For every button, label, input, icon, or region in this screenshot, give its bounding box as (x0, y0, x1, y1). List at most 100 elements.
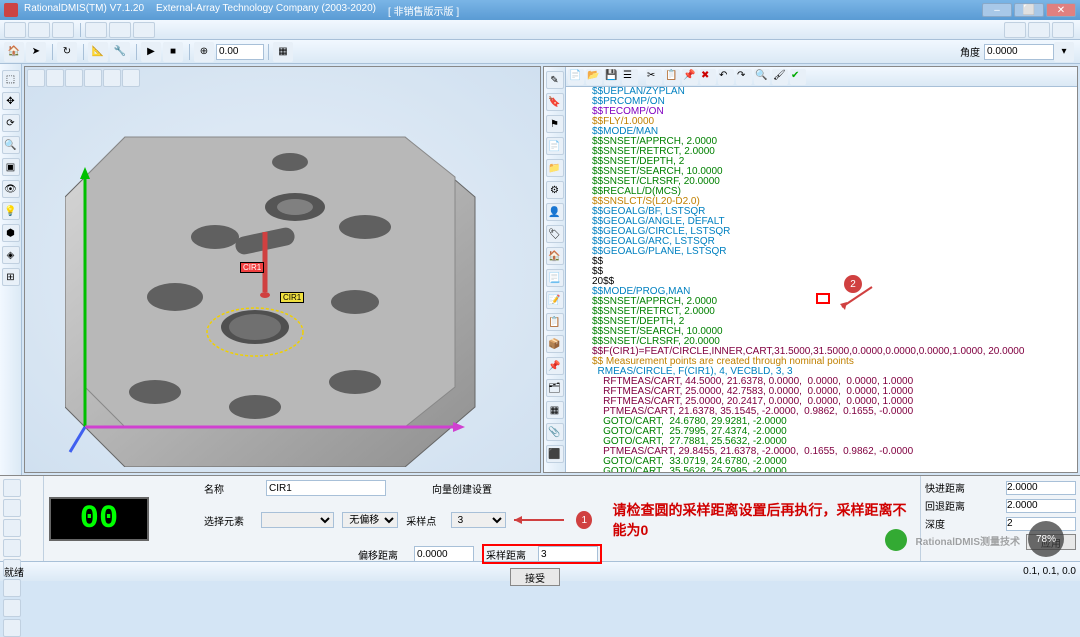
select-elem-dropdown[interactable] (261, 512, 334, 528)
code-tool-clip-icon[interactable]: 📎 (546, 423, 564, 441)
vp-tool-5[interactable] (103, 69, 121, 87)
tool-icon-1[interactable]: 📐 (88, 42, 108, 62)
grid-icon[interactable]: ▦ (273, 42, 293, 62)
window-close-button[interactable]: ✕ (1046, 3, 1076, 17)
code-tool-gear-icon[interactable]: ⚙ (546, 181, 564, 199)
bottom-tool-2[interactable] (3, 499, 21, 517)
back-dist-input[interactable] (1006, 499, 1076, 513)
refresh-icon[interactable]: ↻ (57, 42, 77, 62)
vp-tool-6[interactable] (122, 69, 140, 87)
code-new-icon[interactable]: 📄 (568, 69, 584, 85)
code-save-icon[interactable]: 💾 (604, 69, 620, 85)
code-editor[interactable]: $$UEPLAN/ZYPLAN$$PRCOMP/ON$$TECOMP/ON$$F… (566, 87, 1077, 472)
name-input[interactable] (266, 480, 386, 496)
code-undo-icon[interactable]: ↶ (718, 69, 734, 85)
rotate-icon[interactable]: ⟳ (2, 114, 20, 132)
menu-item-3[interactable] (52, 22, 74, 38)
home-icon[interactable]: 🏠 (4, 42, 24, 62)
sample-dist-input[interactable] (538, 546, 598, 562)
code-paste-icon[interactable]: 📌 (682, 69, 698, 85)
code-find-icon[interactable]: 🔍 (754, 69, 770, 85)
code-tool-home-icon[interactable]: 🏠 (546, 247, 564, 265)
code-tool-bookmark-icon[interactable]: 🔖 (546, 93, 564, 111)
label-cir1-yellow[interactable]: CIR1 (280, 292, 304, 303)
tool-icon-2[interactable]: 🔧 (110, 42, 130, 62)
code-check-icon[interactable]: ✔ (790, 69, 806, 85)
code-tool-layers-icon[interactable]: 🗂 (546, 379, 564, 397)
play-icon[interactable]: ▶ (141, 42, 161, 62)
code-open-icon[interactable]: 📂 (586, 69, 602, 85)
select-icon[interactable]: ⬚ (2, 70, 20, 88)
vp-tool-3[interactable] (65, 69, 83, 87)
dropdown-icon[interactable]: ▾ (1054, 42, 1074, 62)
surface-icon[interactable]: ◈ (2, 246, 20, 264)
bottom-tool-3[interactable] (3, 519, 21, 537)
code-redo-icon[interactable]: ↷ (736, 69, 752, 85)
coord-input[interactable] (216, 44, 264, 60)
code-tool-doc-icon[interactable]: 📄 (546, 137, 564, 155)
menu-right-2[interactable] (1028, 22, 1050, 38)
angle-input[interactable] (984, 44, 1054, 60)
code-brush-icon[interactable]: 🖌 (772, 69, 788, 85)
fit-icon[interactable]: ▣ (2, 158, 20, 176)
sample-points-input[interactable]: 3 (451, 512, 506, 528)
bottom-tool-1[interactable] (3, 479, 21, 497)
menu-item-6[interactable] (133, 22, 155, 38)
code-tool-grid-icon[interactable]: ▦ (546, 401, 564, 419)
vp-tool-2[interactable] (46, 69, 64, 87)
code-copy-icon[interactable]: 📋 (664, 69, 680, 85)
bottom-tool-6[interactable] (3, 579, 21, 597)
bottom-tool-4[interactable] (3, 539, 21, 557)
fast-dist-input[interactable] (1006, 481, 1076, 495)
label-cir1-red[interactable]: CIR1 (240, 262, 264, 273)
code-tool-note-icon[interactable]: 📝 (546, 291, 564, 309)
code-tool-user-icon[interactable]: 👤 (546, 203, 564, 221)
measure-icon[interactable]: ⊕ (194, 42, 214, 62)
compensation-dropdown[interactable]: 无偏移 (342, 512, 398, 528)
submit-button[interactable]: 接受 (510, 568, 560, 586)
bottom-tool-8[interactable] (3, 619, 21, 637)
code-tool-pencil-icon[interactable]: ✎ (546, 71, 564, 89)
3d-viewport[interactable]: CIR1 CIR1 (24, 66, 541, 473)
elem-btn-2[interactable] (180, 512, 196, 528)
view-icon[interactable]: 👁 (2, 180, 20, 198)
arrow-icon[interactable]: ➤ (26, 42, 46, 62)
menu-item-4[interactable] (85, 22, 107, 38)
misc-btn-1[interactable] (162, 546, 178, 562)
zoom-icon[interactable]: 🔍 (2, 136, 20, 154)
move-icon[interactable]: ✥ (2, 92, 20, 110)
stop-icon[interactable]: ■ (163, 42, 183, 62)
code-tool-doc2-icon[interactable]: 📋 (546, 313, 564, 331)
light-icon[interactable]: 💡 (2, 202, 20, 220)
code-delete-icon[interactable]: ✖ (700, 69, 716, 85)
elem-btn-1[interactable] (162, 512, 178, 528)
menu-right-3[interactable] (1052, 22, 1074, 38)
window-maximize-button[interactable]: ⬜ (1014, 3, 1044, 17)
menu-item-5[interactable] (109, 22, 131, 38)
menu-item-2[interactable] (28, 22, 50, 38)
code-tool-end-icon[interactable]: ⬛ (546, 445, 564, 463)
wire-icon[interactable]: ⊞ (2, 268, 20, 286)
code-tool-flag-icon[interactable]: ⚑ (546, 115, 564, 133)
code-cut-icon[interactable]: ✂ (646, 69, 662, 85)
code-tool-folder-icon[interactable]: 📁 (546, 159, 564, 177)
code-tool-file-icon[interactable]: 📃 (546, 269, 564, 287)
code-tool-tag-icon[interactable]: 🏷 (546, 225, 564, 243)
offset-dist-input[interactable] (414, 546, 474, 562)
shape-btn-2[interactable] (180, 480, 196, 496)
vp-tool-1[interactable] (27, 69, 45, 87)
code-list-icon[interactable]: ☰ (622, 69, 638, 85)
shape-btn-1[interactable] (162, 480, 178, 496)
menu-item-1[interactable] (4, 22, 26, 38)
code-left-toolbar: ✎ 🔖 ⚑ 📄 📁 ⚙ 👤 🏷 🏠 📃 📝 📋 📦 📌 🗂 ▦ 📎 ⬛ (544, 67, 566, 472)
bottom-tool-7[interactable] (3, 599, 21, 617)
code-tool-pin-icon[interactable]: 📌 (546, 357, 564, 375)
sample-points-label: 采样点 (406, 513, 442, 528)
vp-tool-4[interactable] (84, 69, 102, 87)
zoom-badge[interactable]: 78% (1028, 521, 1064, 557)
code-tool-box-icon[interactable]: 📦 (546, 335, 564, 353)
part-icon[interactable]: ⬢ (2, 224, 20, 242)
menu-right-1[interactable] (1004, 22, 1026, 38)
misc-btn-2[interactable] (180, 546, 196, 562)
window-minimize-button[interactable]: – (982, 3, 1012, 17)
